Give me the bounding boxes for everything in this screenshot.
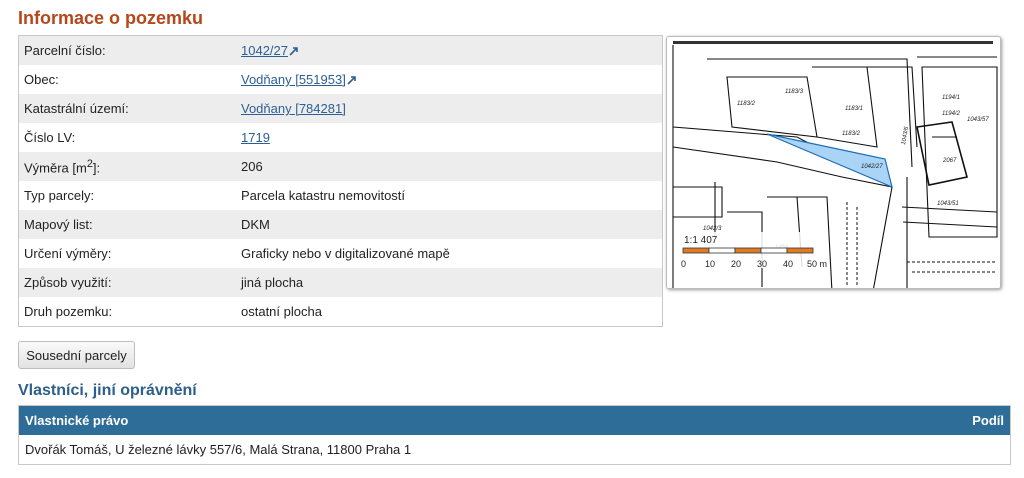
parcel-info-table: Parcelní číslo: 1042/27 Obec: Vodňany [5…: [18, 35, 663, 327]
info-row-map-sheet: Mapový list: DKM: [18, 210, 663, 239]
map-scale-tick: 50 m: [807, 259, 827, 269]
svg-text:1042/3: 1042/3: [703, 226, 722, 232]
info-value: DKM: [236, 210, 663, 239]
info-label: Číslo LV:: [18, 123, 236, 152]
info-value: 1042/27: [236, 35, 663, 65]
info-value: Parcela katastru nemovitostí: [236, 181, 663, 210]
info-label: Druh pozemku:: [18, 297, 236, 327]
owners-section-title: Vlastníci, jiní oprávnění: [18, 382, 197, 399]
map-scale-tick: 0: [681, 259, 686, 269]
col-share: Podíl: [911, 405, 1011, 435]
info-label: Typ parcely:: [18, 181, 236, 210]
page-title: Informace o pozemku: [18, 8, 204, 28]
info-row-municipality: Obec: Vodňany [551953]: [18, 65, 663, 94]
share-cell: [911, 435, 1011, 465]
info-row-usage: Způsob využití: jiná plocha: [18, 268, 663, 297]
svg-text:1043/51: 1043/51: [937, 201, 959, 207]
external-link-icon[interactable]: [289, 46, 299, 56]
info-row-land-type: Druh pozemku: ostatní plocha: [18, 297, 663, 327]
neighbor-parcels-button[interactable]: Sousední parcely: [18, 341, 135, 369]
info-label: Výměra [m2]:: [18, 152, 236, 181]
info-row-lv-number: Číslo LV: 1719: [18, 123, 663, 152]
svg-text:1183/3: 1183/3: [785, 89, 804, 95]
info-label: Způsob využití:: [18, 268, 236, 297]
cadastral-area-link[interactable]: Vodňany [784281]: [241, 101, 346, 116]
info-label: Katastrální území:: [18, 94, 236, 123]
info-row-cadastral-area: Katastrální území: Vodňany [784281]: [18, 94, 663, 123]
owners-table-header: Vlastnické právo Podíl: [18, 405, 1011, 435]
svg-text:1183/2: 1183/2: [737, 101, 756, 107]
info-value: Vodňany [784281]: [236, 94, 663, 123]
cadastral-map[interactable]: 1183/2 1183/3 1183/1 1183/2 1042/27 1043…: [666, 36, 1001, 289]
map-scale-tick: 10: [705, 259, 715, 269]
svg-text:1183/1: 1183/1: [845, 106, 863, 112]
info-value: 1719: [236, 123, 663, 152]
cadastral-map-drawing[interactable]: 1183/2 1183/3 1183/1 1183/2 1042/27 1043…: [667, 37, 1000, 288]
info-label: Obec:: [18, 65, 236, 94]
info-label: Mapový list:: [18, 210, 236, 239]
table-row: Dvořák Tomáš, U železné lávky 557/6, Mal…: [18, 435, 1011, 465]
info-label: Určení výměry:: [18, 239, 236, 268]
info-row-area: Výměra [m2]: 206: [18, 152, 663, 181]
svg-text:1043/57: 1043/57: [967, 117, 989, 123]
area-label-text: Výměra [m: [24, 160, 87, 176]
area-label-end: ]:: [92, 160, 101, 176]
info-row-area-determination: Určení výměry: Graficky nebo v digitaliz…: [18, 239, 663, 268]
external-link-icon[interactable]: [347, 75, 357, 85]
parcel-number-link[interactable]: 1042/27: [241, 43, 288, 58]
map-scale-tick: 20: [731, 259, 741, 269]
owners-table: Vlastnické právo Podíl Dvořák Tomáš, U ž…: [18, 405, 1011, 465]
svg-text:2067: 2067: [942, 158, 957, 164]
info-row-parcel-type: Typ parcely: Parcela katastru nemovitost…: [18, 181, 663, 210]
map-scale-tick: 40: [783, 259, 793, 269]
map-scale-tick: 30: [757, 259, 767, 269]
map-scale-ratio: 1:1 407: [684, 235, 718, 246]
lv-number-link[interactable]: 1719: [241, 130, 270, 145]
info-label: Parcelní číslo:: [18, 35, 236, 65]
svg-text:1183/2: 1183/2: [842, 131, 861, 137]
municipality-link[interactable]: Vodňany [551953]: [241, 72, 346, 87]
info-row-parcel-number: Parcelní číslo: 1042/27: [18, 35, 663, 65]
col-ownership-right: Vlastnické právo: [18, 405, 912, 435]
svg-text:1042/27: 1042/27: [861, 164, 883, 170]
info-value: Vodňany [551953]: [236, 65, 663, 94]
svg-text:1194/1: 1194/1: [942, 95, 960, 101]
svg-text:1194/2: 1194/2: [942, 111, 961, 117]
info-value: Graficky nebo v digitalizované mapě: [236, 239, 663, 268]
info-value: jiná plocha: [236, 268, 663, 297]
info-value: ostatní plocha: [236, 297, 663, 327]
info-value: 206: [236, 152, 663, 181]
owner-cell: Dvořák Tomáš, U železné lávky 557/6, Mal…: [18, 435, 912, 465]
